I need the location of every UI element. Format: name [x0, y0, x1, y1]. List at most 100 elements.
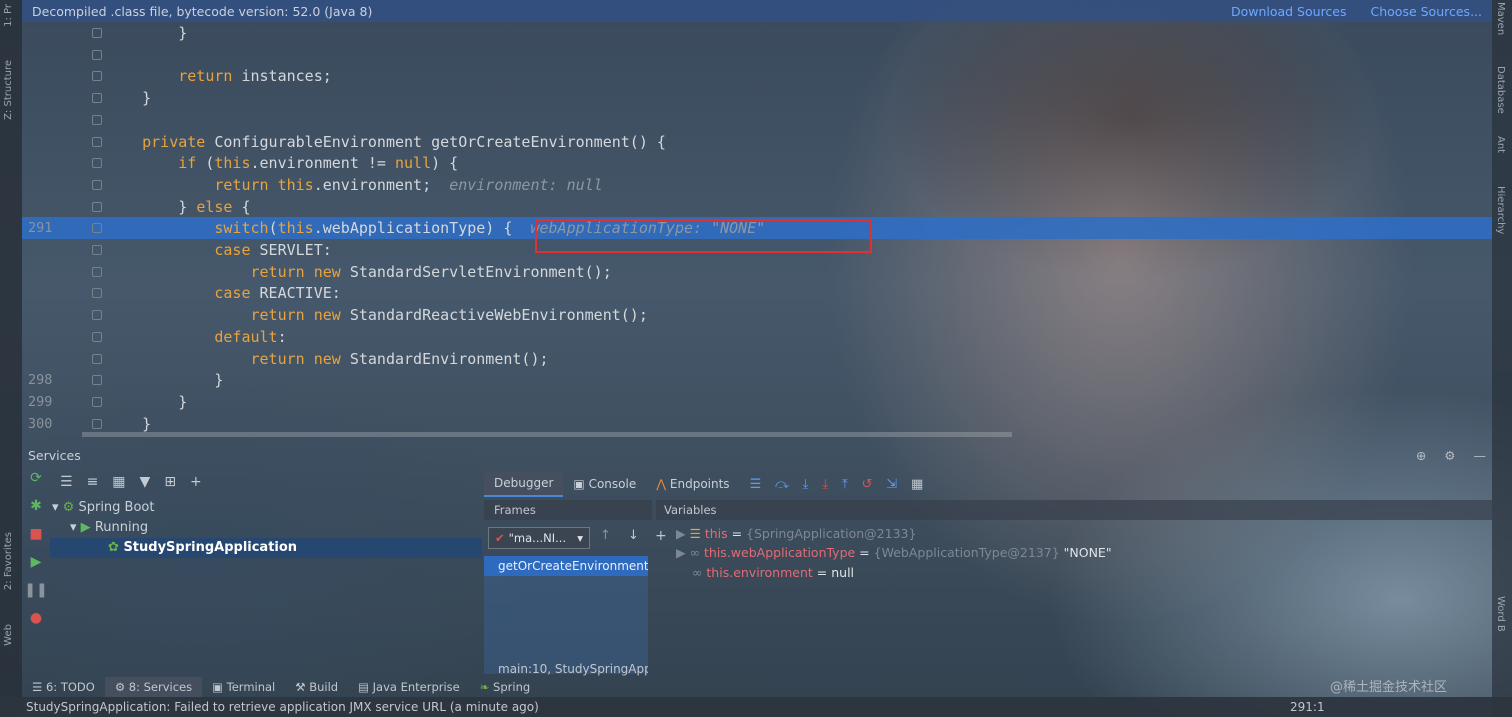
code-line[interactable]: 299 } [22, 391, 1492, 413]
new-tab-icon[interactable]: ⊞ [164, 474, 176, 490]
tab-endpoints[interactable]: ⋀ Endpoints [646, 472, 739, 496]
tab-todo[interactable]: ☰ 6: TODO [22, 677, 105, 697]
tree-node-running[interactable]: ▾ ▶ Running [50, 518, 482, 538]
code-line[interactable]: return new StandardReactiveWebEnvironmen… [22, 304, 1492, 326]
step-out-icon[interactable]: ⤒ [842, 477, 848, 492]
collapse-all-icon[interactable]: ≡ [87, 474, 99, 490]
fold-marker-icon[interactable] [92, 114, 102, 125]
expand-arrow-icon[interactable]: ▶ [676, 545, 686, 560]
stop-icon[interactable]: ■ [24, 526, 48, 554]
chevron-down-icon[interactable]: ▾ [70, 520, 77, 535]
frame-down-icon[interactable]: ↓ [628, 528, 639, 543]
code-line[interactable]: return this.environment; environment: nu… [22, 174, 1492, 196]
project-tool-tab[interactable]: 1: Pr [3, 4, 14, 27]
breakpoints-icon[interactable]: ● [24, 610, 48, 638]
run-to-cursor-icon[interactable]: ⇲ [886, 477, 897, 492]
code-line[interactable]: 298 } [22, 369, 1492, 391]
variable-row[interactable]: ∞ this.environment = null [692, 563, 854, 583]
frame-up-icon[interactable]: ↑ [600, 528, 611, 543]
code-line[interactable]: default: [22, 326, 1492, 348]
code-line[interactable]: return new StandardEnvironment(); [22, 348, 1492, 370]
fold-marker-icon[interactable] [92, 158, 102, 169]
code-line[interactable]: case REACTIVE: [22, 282, 1492, 304]
target-icon[interactable]: ⊕ [1416, 448, 1426, 463]
code-line[interactable]: private ConfigurableEnvironment getOrCre… [22, 131, 1492, 153]
maven-tool-tab[interactable]: Maven [1495, 2, 1506, 35]
fold-marker-icon[interactable] [92, 49, 102, 60]
frame-item[interactable]: main:10, StudySpringAppl [484, 659, 648, 679]
code-line[interactable] [22, 109, 1492, 131]
fold-marker-icon[interactable] [92, 136, 102, 147]
fold-marker-icon[interactable] [92, 266, 102, 277]
force-step-into-icon[interactable]: ⤓ [822, 477, 828, 492]
tab-spring[interactable]: ❧ Spring [470, 677, 540, 697]
step-into-icon[interactable]: ⤓ [803, 477, 809, 492]
chevron-down-icon[interactable]: ▾ [52, 500, 59, 515]
ant-tool-tab[interactable]: Ant [1495, 136, 1506, 153]
caret-position[interactable]: 291:1 [1290, 697, 1325, 717]
expand-arrow-icon[interactable]: ▶ [676, 526, 686, 541]
thread-selector[interactable]: ✔ "ma...NI... ▾ [488, 527, 590, 549]
fold-marker-icon[interactable] [92, 396, 102, 407]
add-service-icon[interactable]: + [190, 474, 202, 490]
fold-marker-icon[interactable] [92, 93, 102, 104]
code-line[interactable]: return new StandardServletEnvironment(); [22, 261, 1492, 283]
tab-java-enterprise-label: Java Enterprise [372, 680, 460, 694]
step-over-icon[interactable]: ⤼ [775, 477, 789, 492]
code-line[interactable]: } else { [22, 196, 1492, 218]
gear-icon[interactable]: ⚙ [1444, 448, 1455, 463]
variable-row[interactable]: ▶ ☰ this = {SpringApplication@2133} [676, 524, 916, 544]
fold-marker-icon[interactable] [92, 353, 102, 364]
rerun-icon[interactable]: ⟳ [24, 470, 48, 498]
fold-marker-icon[interactable] [92, 418, 102, 429]
expand-all-icon[interactable]: ☰ [60, 474, 73, 490]
database-tool-tab[interactable]: Database [1495, 66, 1506, 114]
favorites-tool-tab[interactable]: 2: Favorites [3, 532, 14, 590]
show-execution-point-icon[interactable]: ☰ [750, 477, 762, 492]
word-book-tool-tab[interactable]: Word B [1495, 596, 1506, 632]
web-tool-tab[interactable]: Web [3, 624, 14, 646]
resume-icon[interactable]: ▶ [24, 554, 48, 582]
tab-debugger[interactable]: Debugger [484, 471, 564, 497]
code-line[interactable]: } [22, 22, 1492, 44]
group-by-icon[interactable]: ▦ [112, 474, 125, 490]
fold-marker-icon[interactable] [92, 28, 102, 38]
frame-item[interactable]: getOrCreateEnvironment:2 [484, 556, 648, 576]
code-token: } [178, 24, 188, 42]
tab-java-enterprise[interactable]: ▤ Java Enterprise [348, 677, 470, 697]
fold-marker-icon[interactable] [92, 201, 102, 212]
choose-sources-link[interactable]: Choose Sources... [1371, 4, 1483, 19]
evaluate-expression-icon[interactable]: ▦ [911, 477, 923, 492]
hierarchy-tool-tab[interactable]: Hierarchy [1495, 186, 1506, 234]
tab-terminal[interactable]: ▣ Terminal [202, 677, 285, 697]
debug-rerun-icon[interactable]: ✱ [24, 498, 48, 526]
drop-frame-icon[interactable]: ↺ [862, 477, 873, 492]
fold-marker-icon[interactable] [92, 223, 102, 234]
code-editor[interactable]: 300 } 299 } 298 } return new StandardEnvir… [22, 22, 1492, 442]
tab-build[interactable]: ⚒ Build [285, 677, 348, 697]
fold-marker-icon[interactable] [92, 310, 102, 321]
right-tool-strip: Maven Database Ant Hierarchy Word B [1492, 0, 1512, 717]
download-sources-link[interactable]: Download Sources [1231, 4, 1347, 19]
filter-icon[interactable]: ▼ [140, 474, 151, 490]
code-line[interactable] [22, 44, 1492, 66]
editor-horizontal-scrollbar[interactable] [82, 432, 1012, 437]
code-line[interactable]: if (this.environment != null) { [22, 152, 1492, 174]
fold-marker-icon[interactable] [92, 375, 102, 386]
fold-marker-icon[interactable] [92, 179, 102, 190]
pause-icon[interactable]: ❚❚ [24, 582, 48, 610]
minimize-icon[interactable]: — [1474, 448, 1487, 463]
fold-marker-icon[interactable] [92, 331, 102, 342]
tree-node-study-spring-application[interactable]: ✿ StudySpringApplication [50, 538, 482, 558]
code-line[interactable]: } [22, 87, 1492, 109]
tab-services[interactable]: ⚙ 8: Services [104, 677, 203, 697]
tree-node-spring-boot[interactable]: ▾ ⚙ Spring Boot [50, 498, 482, 518]
fold-marker-icon[interactable] [92, 288, 102, 299]
structure-tool-tab[interactable]: Z: Structure [3, 60, 14, 120]
fold-marker-icon[interactable] [92, 245, 102, 255]
tab-console[interactable]: ▣ Console [563, 472, 646, 496]
code-line[interactable]: return instances; [22, 65, 1492, 87]
variable-row[interactable]: ▶ ∞ this.webApplicationType = {WebApplic… [676, 543, 1112, 563]
fold-marker-icon[interactable] [92, 71, 102, 82]
add-watch-icon[interactable]: + [655, 528, 667, 544]
